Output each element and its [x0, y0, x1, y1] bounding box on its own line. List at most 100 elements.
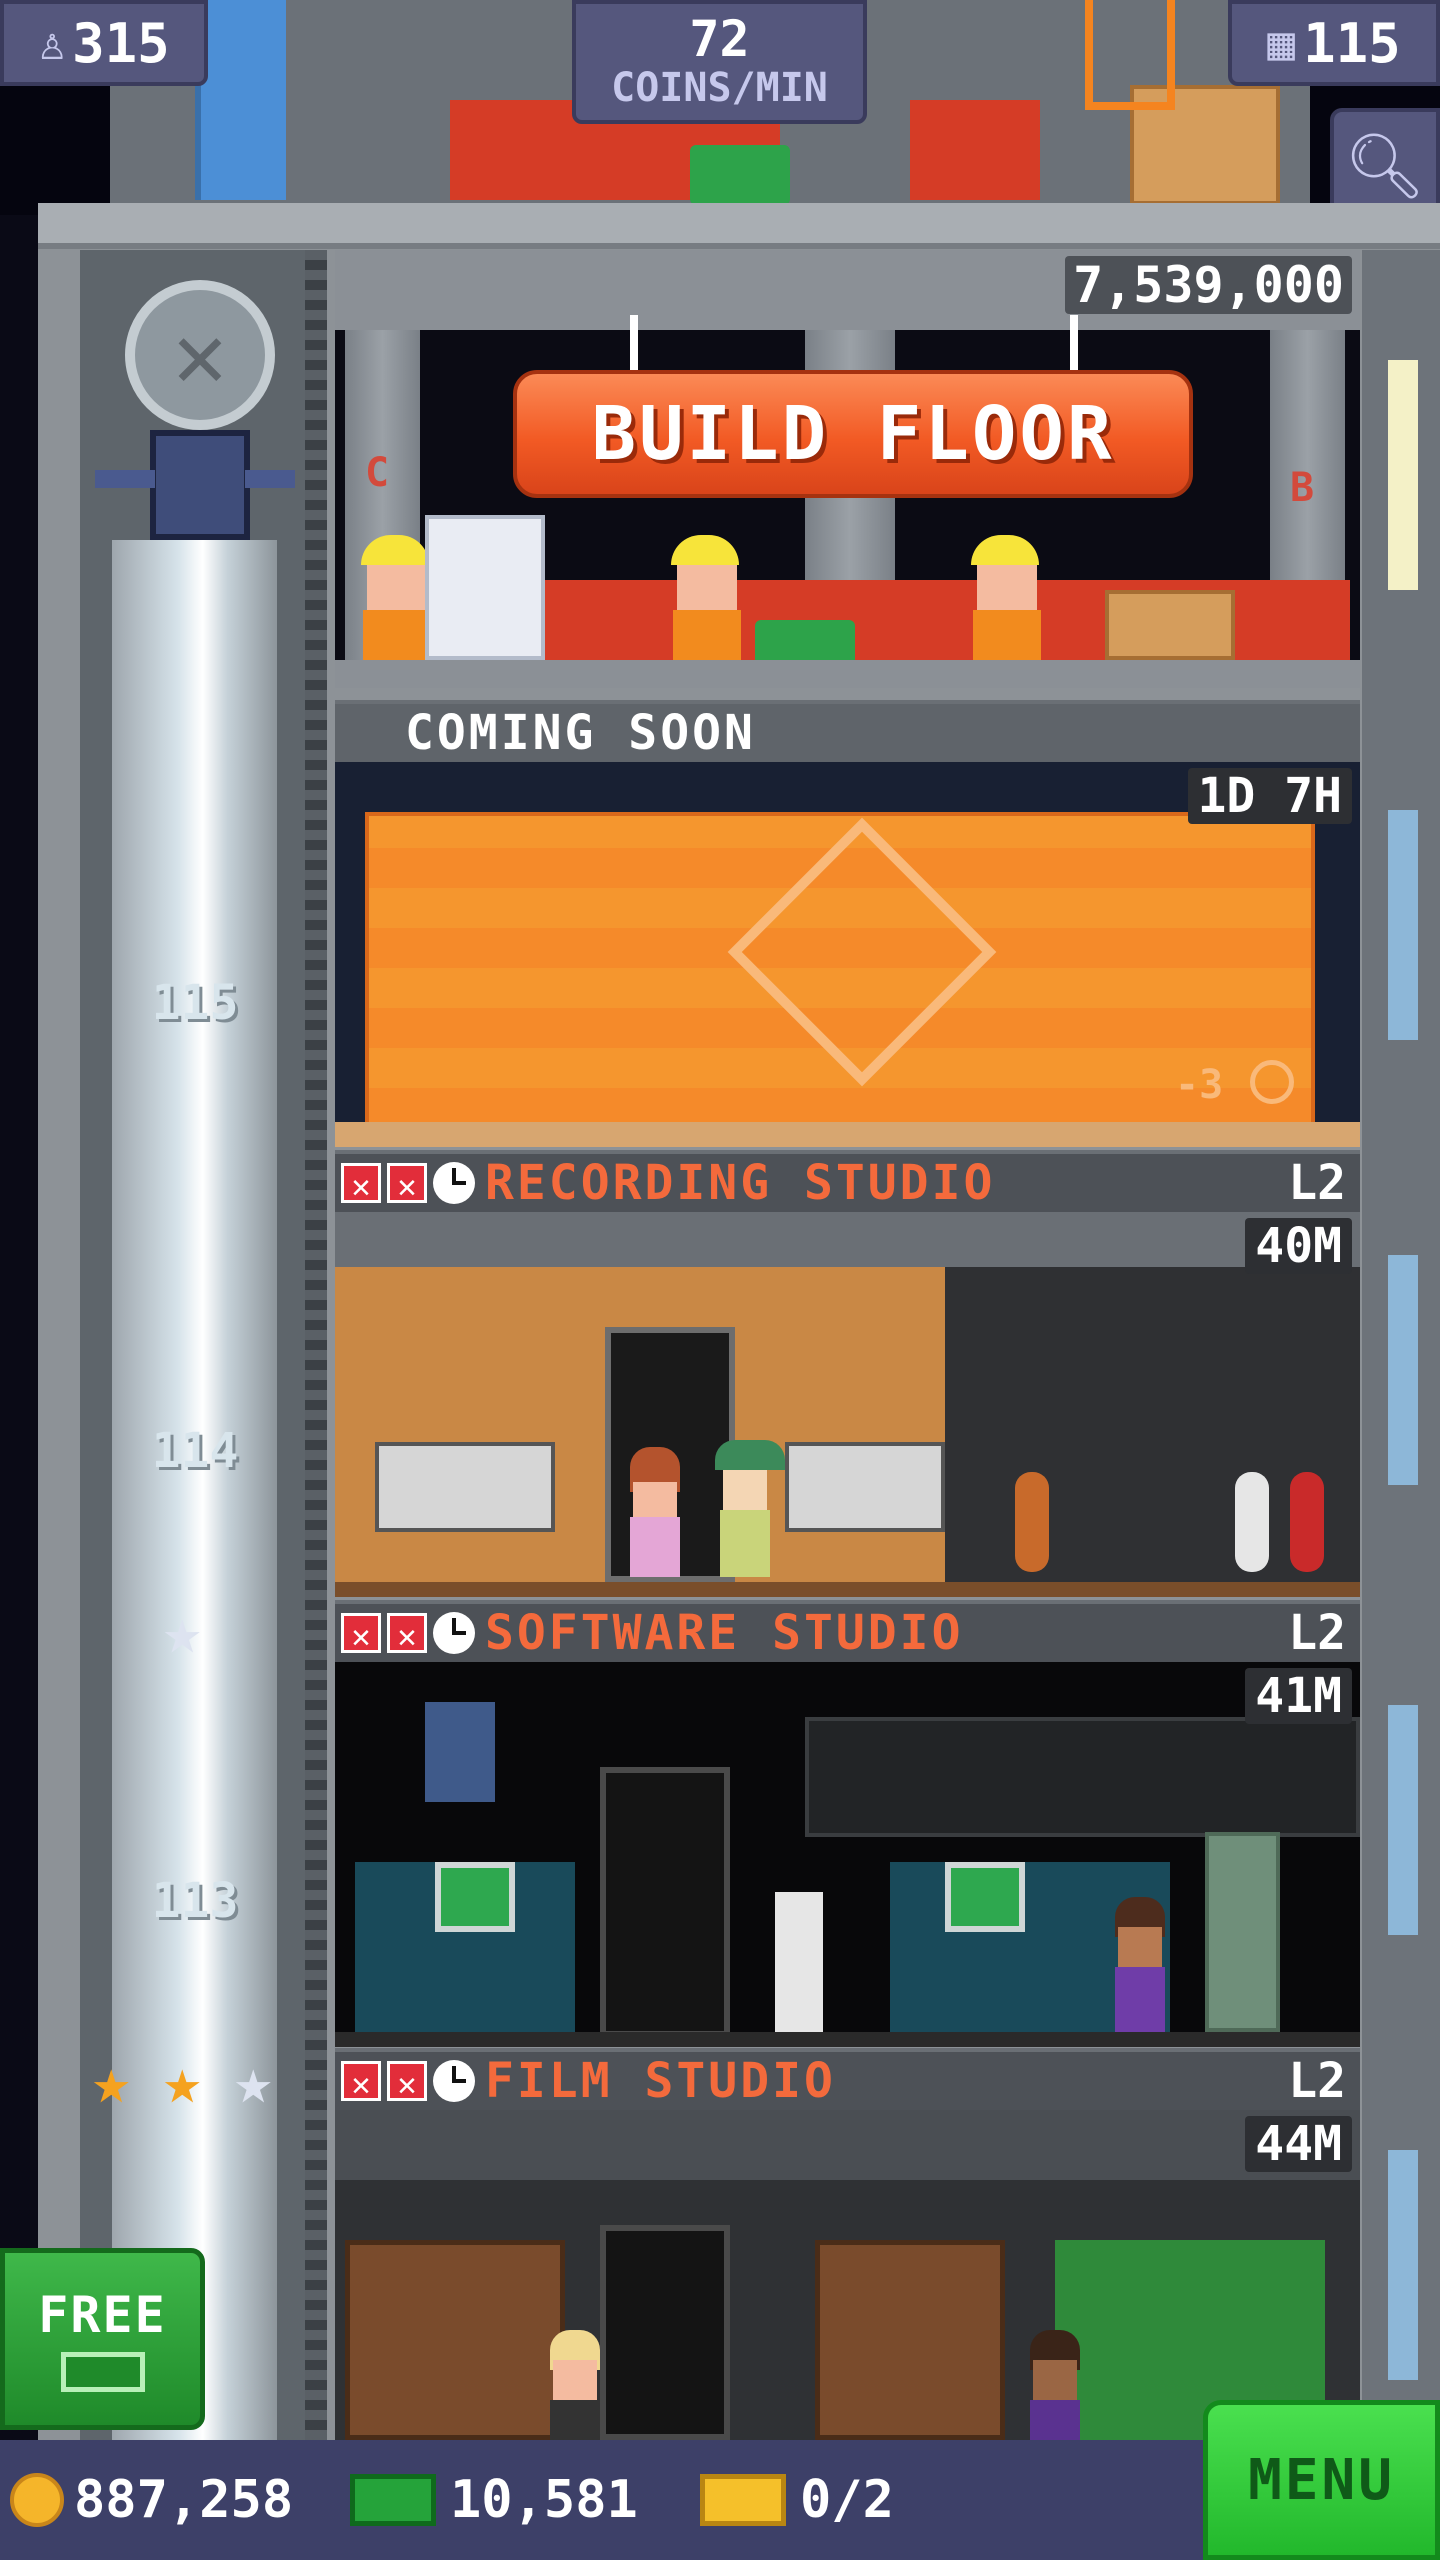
star-filled-icon: ★ [163, 2045, 202, 2119]
elevator-cabin [150, 430, 250, 540]
bux-value: 10,581 [450, 2470, 638, 2530]
coming-soon-timer: 1D 7H [1187, 768, 1352, 824]
stock-empty-icon: ✕ [341, 1613, 381, 1655]
water-cooler [775, 1892, 823, 2032]
sign-hanger [1070, 315, 1078, 370]
roof-red-rail-right [910, 100, 1040, 200]
resident-person [625, 1447, 685, 1577]
computer-monitor-icon [435, 1862, 515, 1932]
room-door [600, 2225, 730, 2440]
floor-name: FILM STUDIO [485, 2053, 836, 2109]
stock-empty-icon: ✕ [387, 1613, 427, 1655]
population-counter[interactable]: ♙ 315 [0, 0, 208, 86]
guitar-icon [1290, 1472, 1324, 1572]
green-toolbox [755, 620, 855, 660]
floor-name: RECORDING STUDIO [485, 1155, 996, 1211]
build-floor-button-label: BUILD FLOOR [591, 391, 1115, 477]
tower-roof-ledge [38, 203, 1440, 249]
roof-crane [1085, 0, 1175, 110]
floors-value: 115 [1303, 11, 1401, 75]
elevator-shaft-glass [112, 540, 277, 2450]
floor-room-software-studio[interactable]: 41M [335, 1662, 1360, 2047]
coming-soon-bar: COMING SOON [335, 700, 1360, 762]
stock-empty-icon: ✕ [341, 1163, 381, 1205]
right-window [1388, 2150, 1418, 2380]
elevator-arm-left [95, 470, 155, 488]
elevator-car[interactable]: ✕ [95, 280, 295, 560]
floor-header[interactable]: ✕ ✕ FILM STUDIO L2 [335, 2048, 1360, 2110]
free-button-label: FREE [38, 2286, 167, 2344]
file-cabinet [1205, 1832, 1280, 2032]
roof-door-blue [195, 0, 286, 200]
person-icon: ♙ [38, 16, 67, 70]
menu-button[interactable]: MENU [1203, 2400, 1440, 2560]
stock-empty-icon: ✕ [387, 1163, 427, 1205]
tickets-counter[interactable]: 0/2 [700, 2440, 1000, 2560]
office-window [805, 1717, 1360, 1837]
floor-room-recording-studio[interactable]: 40M [335, 1212, 1360, 1597]
computer-monitor-icon [945, 1862, 1025, 1932]
shaft-floor-number: 113 [151, 1873, 239, 1929]
build-letter-right: B [1290, 465, 1315, 511]
bux-counter[interactable]: 10,581 [350, 2440, 680, 2560]
roof-green-toolbox [690, 145, 790, 205]
room-ceiling [335, 2110, 1360, 2180]
coins-value: 887,258 [74, 2470, 294, 2530]
floor-price: 40M [1245, 1218, 1352, 1274]
star-filled-icon: ★ [92, 2045, 131, 2119]
floors-counter[interactable]: ▦ 115 [1228, 0, 1440, 86]
guitar-icon [1015, 1472, 1049, 1572]
coins-per-min-counter[interactable]: 72 COINS/MIN [572, 0, 867, 124]
coins-counter[interactable]: 887,258 [0, 2440, 330, 2560]
room-ceiling [335, 1212, 1360, 1267]
wooden-wardrobe [815, 2240, 1005, 2440]
floor-level: L2 [1288, 1155, 1346, 1211]
sign-hanger [630, 315, 638, 370]
mixing-console [375, 1442, 555, 1532]
wrapped-crate [425, 515, 545, 660]
coins-per-min-value: 72 [689, 10, 750, 68]
tickets-value: 0/2 [800, 2470, 894, 2530]
floor-room-film-studio[interactable]: 44M [335, 2110, 1360, 2440]
shaft-floor-number: 115 [151, 975, 239, 1031]
clock-icon [433, 1612, 475, 1654]
star-empty-icon: ★ [163, 1595, 202, 1669]
floor-header[interactable]: ✕ ✕ SOFTWARE STUDIO L2 [335, 1600, 1360, 1662]
building-icon: ▦ [1267, 16, 1296, 70]
right-window [1388, 1705, 1418, 1935]
clock-icon [433, 2060, 475, 2102]
construction-worker [665, 535, 745, 660]
star-empty-icon: ★ [234, 2045, 273, 2119]
coins-per-min-label: COINS/MIN [611, 65, 828, 111]
stock-empty-icon: ✕ [387, 2061, 427, 2103]
build-letter-left: C [365, 450, 390, 496]
floor-level: L2 [1288, 1605, 1346, 1661]
magnifier-icon: 🔍︎ [1344, 129, 1426, 204]
stock-hint: -3 [1175, 1062, 1224, 1108]
population-value: 315 [72, 11, 170, 75]
floor-price: 44M [1245, 2116, 1352, 2172]
elevator-wheel-icon: ✕ [125, 280, 275, 430]
coming-soon-room[interactable]: -3 1D 7H [335, 762, 1360, 1147]
build-floor-button[interactable]: BUILD FLOOR [513, 370, 1193, 498]
construction-worker [965, 535, 1045, 660]
free-bux-button[interactable]: FREE [0, 2248, 205, 2430]
bux-icon [60, 2352, 145, 2392]
resident-person [1110, 1897, 1170, 2032]
resident-person [545, 2330, 605, 2440]
floor-level: L2 [1288, 2053, 1346, 2109]
room-floor [335, 2032, 1360, 2047]
stock-empty-icon: ✕ [341, 2061, 381, 2103]
build-floor-slab [335, 660, 1360, 688]
wooden-crate [1105, 590, 1235, 660]
ticket-icon [700, 2474, 786, 2526]
floor-header[interactable]: ✕ ✕ RECORDING STUDIO L2 [335, 1150, 1360, 1212]
tarp-floor [335, 1122, 1360, 1147]
room-door [600, 1767, 730, 2037]
construction-worker [355, 535, 435, 660]
right-window [1388, 360, 1418, 590]
menu-button-label: MENU [1248, 2447, 1395, 2513]
elevator-rail [305, 250, 327, 2450]
coin-icon [10, 2473, 64, 2527]
room-floor [335, 1582, 1360, 1597]
